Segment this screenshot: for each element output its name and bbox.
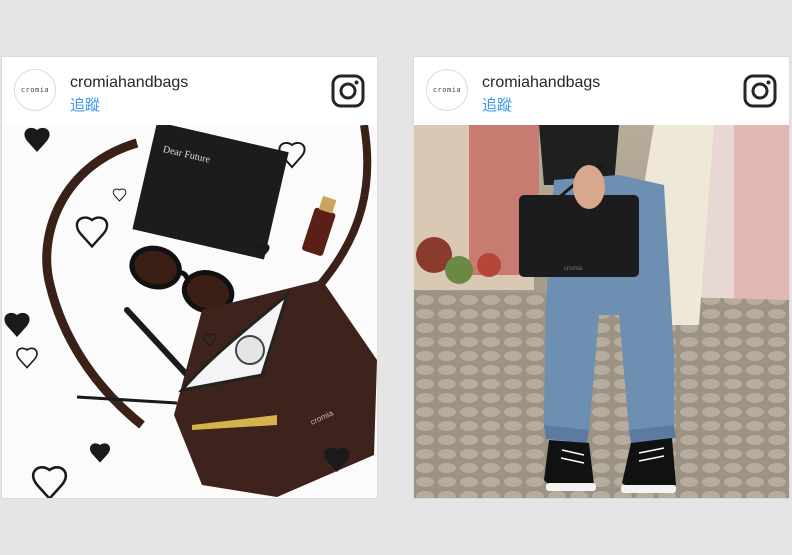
avatar-logo-text: cromia — [20, 86, 50, 94]
follow-button[interactable]: 追蹤 — [482, 94, 512, 115]
avatar[interactable]: cromia — [426, 69, 468, 111]
instagram-logo-icon[interactable] — [743, 74, 777, 108]
username-link[interactable]: cromiahandbags — [70, 74, 188, 92]
post-photo[interactable]: cromia — [414, 125, 789, 498]
follow-button[interactable]: 追蹤 — [70, 94, 100, 115]
instagram-post-card: cromia cromiahandbags 追蹤 Dear Future cro… — [1, 56, 378, 499]
avatar[interactable]: cromia — [14, 69, 56, 111]
bag-brand-text: cromia — [564, 266, 583, 272]
street-photo: cromia — [414, 125, 789, 498]
post-photo[interactable]: Dear Future cromia — [2, 125, 377, 498]
avatar-logo-text: cromia — [432, 86, 462, 94]
instagram-logo-icon[interactable] — [331, 74, 365, 108]
instagram-post-card: cromia cromiahandbags 追蹤 cromia — [413, 56, 790, 499]
flatlay-photo: Dear Future cromia — [2, 125, 377, 498]
post-header: cromia cromiahandbags 追蹤 — [2, 57, 377, 125]
username-link[interactable]: cromiahandbags — [482, 74, 600, 92]
post-header: cromia cromiahandbags 追蹤 — [414, 57, 789, 125]
